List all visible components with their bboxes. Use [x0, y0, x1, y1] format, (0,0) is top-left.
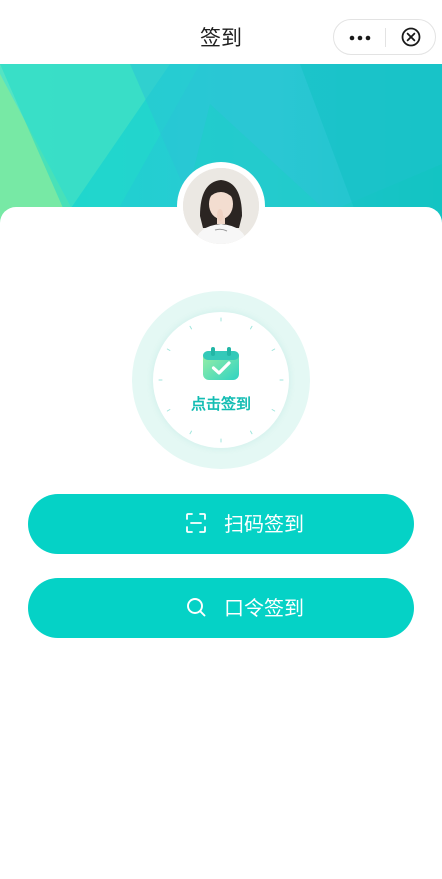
user-photo-icon [183, 168, 259, 244]
close-circle-icon [401, 27, 421, 47]
mini-program-capsule [333, 19, 436, 55]
code-checkin-button[interactable]: 口令签到 [28, 578, 414, 638]
navigation-bar: 签到 [0, 0, 442, 64]
scan-checkin-button[interactable]: 扫码签到 [28, 494, 414, 554]
code-checkin-label: 口令签到 [224, 596, 304, 620]
search-icon [187, 598, 206, 617]
scan-icon [186, 513, 206, 533]
close-button[interactable] [386, 20, 435, 54]
more-button[interactable] [334, 20, 385, 54]
avatar[interactable] [183, 168, 259, 244]
calendar-check-icon [203, 347, 239, 380]
scan-checkin-label: 扫码签到 [224, 512, 304, 536]
checkin-label: 点击签到 [190, 395, 251, 413]
more-dots-icon [349, 35, 371, 41]
